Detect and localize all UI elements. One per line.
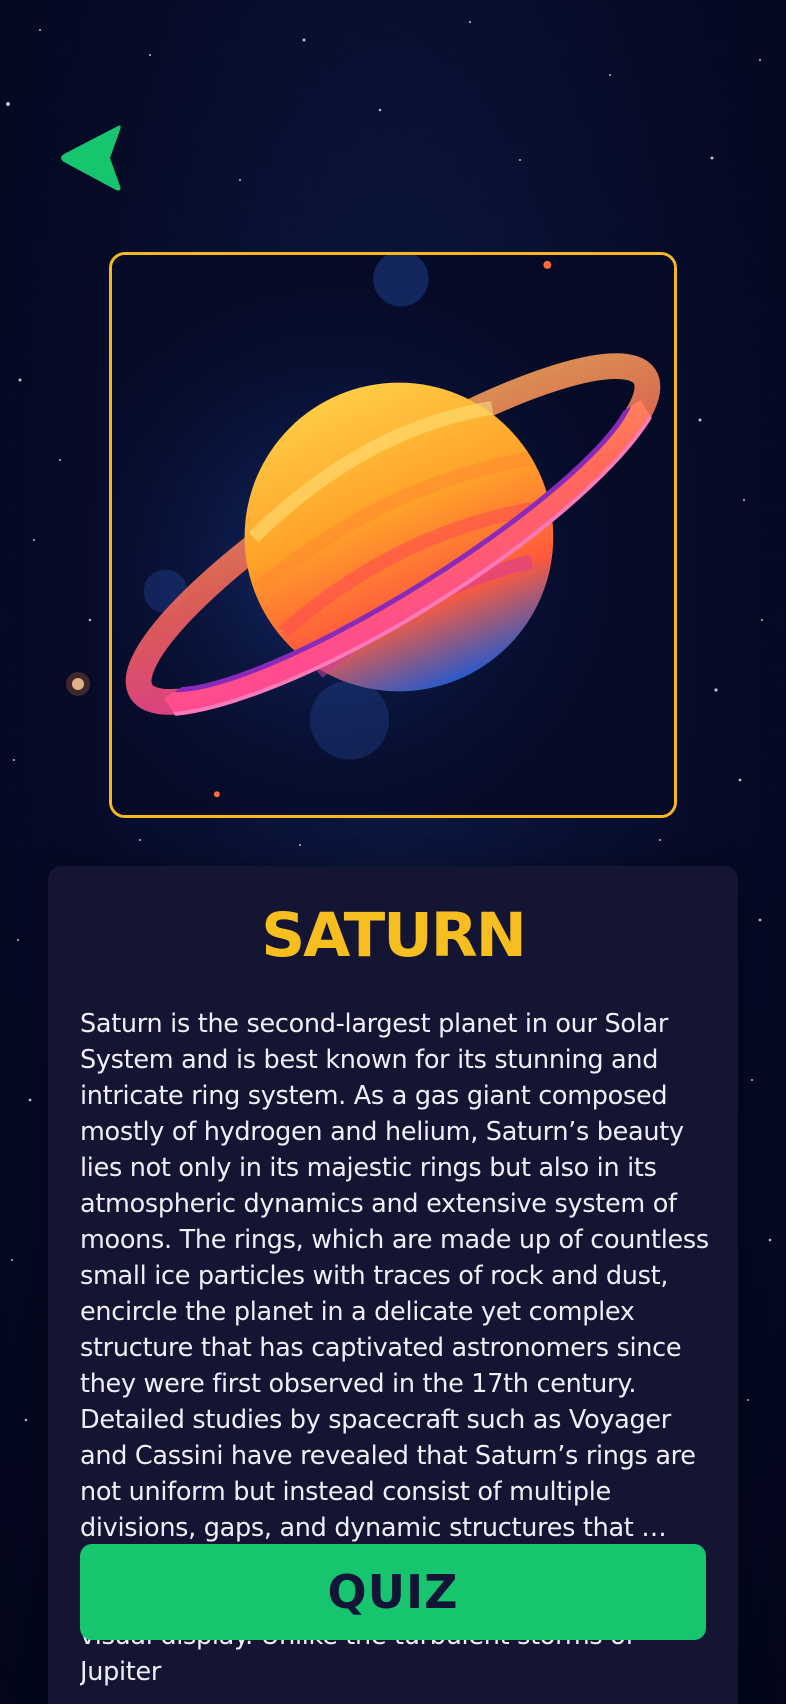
planet-title: SATURN bbox=[261, 900, 527, 971]
quiz-button[interactable]: QUIZ bbox=[80, 1544, 706, 1640]
back-button[interactable] bbox=[58, 122, 124, 194]
back-arrow-icon bbox=[61, 125, 121, 191]
planet-image bbox=[109, 252, 677, 818]
